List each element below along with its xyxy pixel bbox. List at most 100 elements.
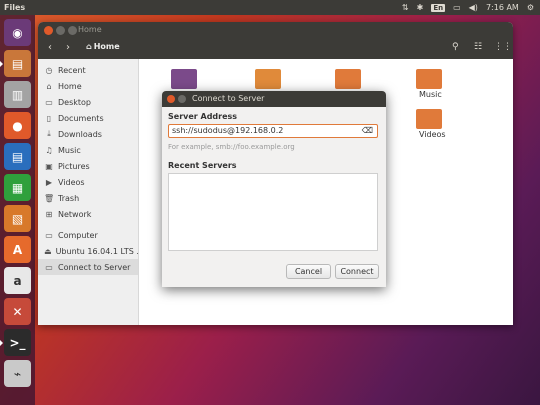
server-address-input[interactable]: ssh://sudodus@192.168.0.2 ⌫: [168, 124, 378, 138]
connect-button[interactable]: Connect: [335, 264, 379, 279]
sort-icon[interactable]: ⇅: [402, 3, 409, 12]
launcher: ◉ ▤ ▥ ● ▤ ▦ ▧ Aa ✕ >_ ⌁: [0, 15, 35, 405]
sidebar-item-label: Home: [58, 81, 82, 91]
settings-icon[interactable]: ✕: [4, 298, 31, 325]
clock[interactable]: 7:16 AM: [486, 3, 519, 12]
top-panel: Files ⇅ ✱ En ▭ ◀) 7:16 AM ⚙: [0, 0, 540, 15]
amazon-icon[interactable]: a: [4, 267, 31, 294]
menu-icon[interactable]: ⋮⋮: [494, 42, 512, 52]
recent-servers-list[interactable]: [168, 173, 378, 251]
sidebar-item-label: Ubuntu 16.04.1 LTS ...: [55, 246, 138, 256]
impress-icon-glyph: ▧: [11, 211, 24, 226]
sidebar-item-pictures[interactable]: ▣ Pictures: [38, 158, 138, 174]
sidebar-item-network[interactable]: ⊞ Network: [38, 206, 138, 222]
amazon-icon-glyph: a: [13, 273, 22, 288]
sidebar-item-trash[interactable]: 🗑 Trash: [38, 190, 138, 206]
sidebar-item-label: Recent: [58, 65, 86, 75]
back-button[interactable]: ‹: [48, 42, 52, 53]
computer-icon: ▭: [45, 230, 53, 240]
files-icon-glyph: ▤: [11, 56, 24, 71]
calc-icon-glyph: ▦: [11, 180, 24, 195]
impress-icon[interactable]: ▧: [4, 205, 31, 232]
documents-folder[interactable]: [255, 69, 281, 89]
running-indicator: [0, 340, 3, 346]
minimize-button[interactable]: [56, 26, 65, 35]
window-title: Home: [78, 25, 102, 34]
dialog-title: Connect to Server: [192, 94, 265, 103]
app-title: Files: [4, 3, 26, 12]
sidebar-item-label: Videos: [58, 177, 85, 187]
files-icon[interactable]: ▤: [0, 50, 31, 77]
firefox-icon-glyph: ●: [12, 118, 23, 133]
clock-icon: ◷: [45, 65, 53, 75]
drive-icon: ⏏: [44, 246, 52, 256]
desktop-folder[interactable]: [171, 69, 197, 89]
terminal-icon[interactable]: >_: [0, 329, 31, 356]
file-cabinet-icon[interactable]: ▥: [4, 81, 31, 108]
sidebar-item-videos[interactable]: ▶ Videos: [38, 174, 138, 190]
ubuntu-logo-icon[interactable]: ◉: [4, 19, 31, 46]
forward-button[interactable]: ›: [66, 42, 70, 53]
software-center-icon[interactable]: A: [4, 236, 31, 263]
clear-input-icon[interactable]: ⌫: [362, 125, 373, 137]
music-icon: ♫: [45, 145, 53, 155]
close-button[interactable]: [44, 26, 53, 35]
sidebar-item-label: Network: [58, 209, 92, 219]
downloads-icon: ⤓: [47, 129, 51, 138]
path-home[interactable]: Home: [94, 42, 120, 51]
writer-icon-glyph: ▤: [11, 149, 24, 164]
list-view-icon[interactable]: ☷: [474, 42, 482, 52]
path-bar[interactable]: ⌂ Home: [86, 42, 120, 51]
indicator-area: ⇅ ✱ En ▭ ◀) 7:16 AM ⚙: [402, 3, 534, 12]
dialog-close-button[interactable]: [167, 95, 175, 103]
files-header: Home ‹ › ⌂ Home ⚲ ☷ ⋮⋮: [38, 22, 513, 59]
sidebar-item-documents[interactable]: ▯ Documents: [38, 110, 138, 126]
recent-servers-label: Recent Servers: [168, 161, 237, 170]
running-indicator: [0, 61, 3, 67]
home-icon: ⌂: [86, 42, 92, 51]
home-icon: ⌂: [46, 81, 52, 91]
sidebar-item-recent[interactable]: ◷ Recent: [38, 62, 138, 78]
file-cabinet-icon-glyph: ▥: [11, 87, 24, 102]
battery-icon[interactable]: ▭: [453, 3, 461, 12]
downloads-folder[interactable]: [335, 69, 361, 89]
documents-icon: ▯: [46, 113, 52, 123]
server-address-hint: For example, smb://foo.example.org: [168, 143, 295, 151]
connect-to-server-dialog: Connect to Server Server Address ssh://s…: [162, 91, 386, 287]
sidebar-item-computer[interactable]: ▭ Computer: [38, 227, 138, 243]
music-folder[interactable]: [416, 69, 442, 89]
sidebar-item-label: Music: [58, 145, 81, 155]
software-center-icon-glyph: A: [12, 242, 23, 257]
power-icon[interactable]: ⚙: [527, 3, 534, 12]
maximize-button[interactable]: [68, 26, 77, 35]
server-address-label: Server Address: [168, 112, 238, 121]
sidebar-item-label: Connect to Server: [58, 262, 131, 272]
writer-icon[interactable]: ▤: [4, 143, 31, 170]
keyboard-language[interactable]: En: [431, 3, 446, 12]
sidebar-item-desktop[interactable]: ▭ Desktop: [38, 94, 138, 110]
terminal-icon-glyph: >_: [9, 335, 26, 350]
pictures-icon: ▣: [45, 161, 53, 171]
sidebar-item-connect-to-server[interactable]: ▭ Connect to Server: [38, 259, 138, 275]
search-icon[interactable]: ⚲: [452, 42, 459, 52]
sidebar-item-ubuntu-16-04-1-lts[interactable]: ⏏ Ubuntu 16.04.1 LTS ...: [38, 243, 138, 259]
dialog-minimize-button[interactable]: [178, 95, 186, 103]
connect-server-icon: ▭: [45, 262, 53, 272]
trash-icon: 🗑: [44, 193, 55, 203]
firefox-icon[interactable]: ●: [4, 112, 31, 139]
network-icon: ⊞: [45, 209, 53, 219]
cancel-button[interactable]: Cancel: [286, 264, 331, 279]
calc-icon[interactable]: ▦: [4, 174, 31, 201]
usb-drive-icon[interactable]: ⌁: [4, 360, 31, 387]
files-sidebar: ◷ Recent ⌂ Home ▭ Desktop ▯ Documents ⤓ Downloads…: [38, 59, 139, 325]
sidebar-item-music[interactable]: ♫ Music: [38, 142, 138, 158]
volume-icon[interactable]: ◀): [469, 3, 478, 12]
bluetooth-icon[interactable]: ✱: [417, 3, 424, 12]
sidebar-item-label: Computer: [58, 230, 98, 240]
sidebar-item-home[interactable]: ⌂ Home: [38, 78, 138, 94]
sidebar-item-downloads[interactable]: ⤓ Downloads: [38, 126, 138, 142]
videos-folder[interactable]: [416, 109, 442, 129]
sidebar-item-label: Downloads: [58, 129, 102, 139]
settings-icon-glyph: ✕: [12, 304, 23, 319]
ubuntu-logo-icon-glyph: ◉: [12, 25, 23, 40]
